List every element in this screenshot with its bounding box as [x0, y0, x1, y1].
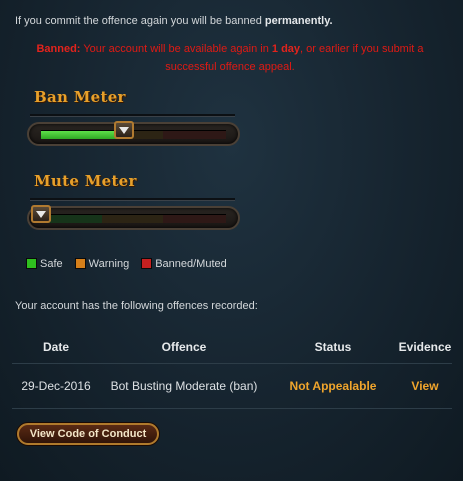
header-evidence: Evidence [398, 340, 452, 354]
mute-meter-indicator-icon [31, 205, 51, 223]
warning-emphasis: permanently. [264, 15, 333, 27]
ban-duration: 1 day [271, 43, 301, 55]
offences-intro: Your account has the following offences … [15, 300, 258, 312]
offences-table: Date Offence Status Evidence 29-Dec-2016… [12, 333, 452, 411]
ban-notice-text-before: Your account will be available again in [80, 43, 272, 55]
warning-text: If you commit the offence again you will… [15, 15, 265, 27]
header-offence: Offence [161, 340, 207, 354]
mute-meter [27, 205, 240, 230]
ban-notice-label: Banned: [36, 43, 81, 55]
ban-meter-divider [30, 114, 235, 117]
offences-table-header: Date Offence Status Evidence [12, 333, 452, 361]
table-row: 29-Dec-2016 Bot Busting Moderate (ban) N… [12, 366, 452, 406]
view-evidence-link[interactable]: View [398, 379, 452, 393]
legend-warning: Warning [74, 258, 129, 270]
mute-meter-track [31, 205, 226, 223]
warning-swatch-icon [74, 258, 86, 269]
permanent-ban-warning: If you commit the offence again you will… [15, 15, 333, 27]
mute-meter-divider [30, 198, 235, 201]
ban-meter-indicator-icon [114, 121, 135, 139]
view-code-of-conduct-button[interactable]: View Code of Conduct [17, 423, 159, 445]
ban-meter-fill [41, 131, 125, 139]
mute-meter-title: Mute Meter [34, 172, 137, 190]
offence-name: Bot Busting Moderate (ban) [110, 379, 258, 393]
header-status: Status [314, 340, 352, 354]
safe-swatch-icon [26, 258, 37, 269]
ban-meter [27, 121, 240, 146]
ban-meter-track [41, 121, 226, 139]
offence-date: 29-Dec-2016 [21, 379, 91, 393]
banned-swatch-icon [141, 258, 153, 269]
legend-safe: Safe [26, 258, 63, 270]
ban-notice: Banned: Your account will be available a… [20, 40, 440, 76]
meter-legend: Safe Warning Banned/Muted [26, 258, 227, 270]
header-date: Date [42, 340, 69, 354]
ban-meter-title: Ban Meter [34, 88, 126, 106]
offence-status: Not Appealable [289, 379, 377, 393]
legend-banned: Banned/Muted [141, 258, 227, 270]
